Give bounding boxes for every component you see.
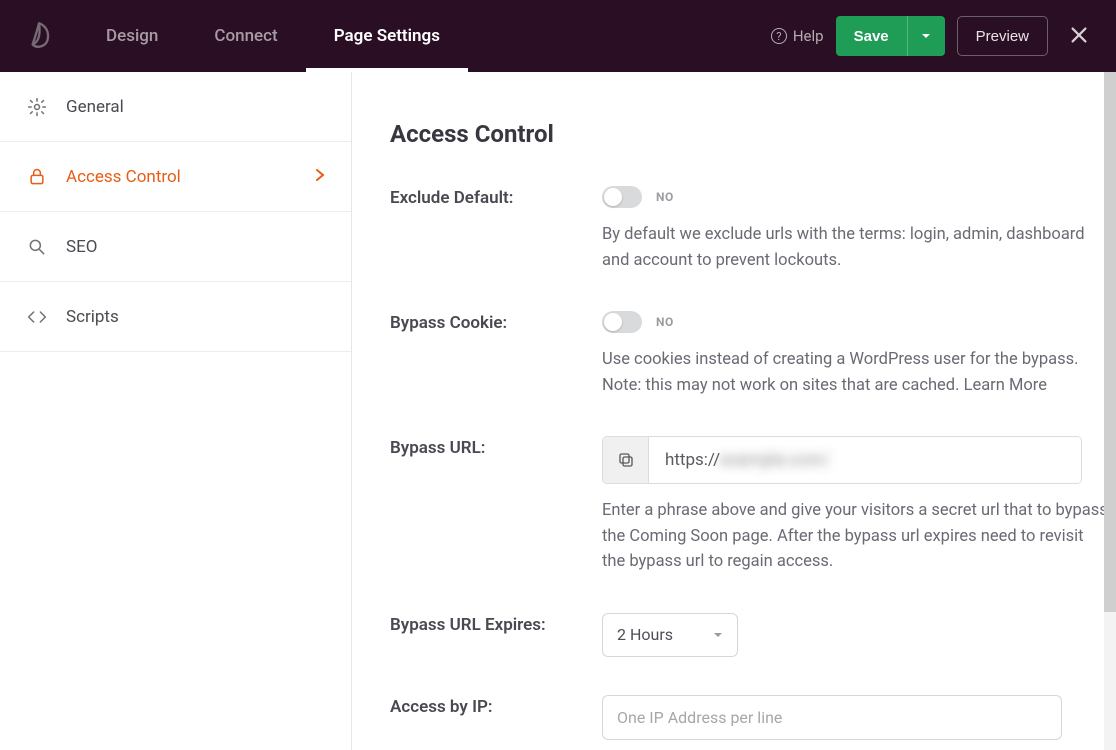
- close-icon: [1068, 24, 1090, 46]
- toggle-track[interactable]: [602, 311, 642, 333]
- row-label: Bypass URL:: [390, 436, 602, 575]
- save-button[interactable]: Save: [836, 16, 907, 56]
- toggle-state: NO: [656, 315, 674, 329]
- main: General Access Control SEO Scripts: [0, 72, 1116, 750]
- close-button[interactable]: [1060, 24, 1098, 49]
- toggle-knob: [604, 313, 622, 331]
- bypass-url-description: Enter a phrase above and give your visit…: [602, 498, 1108, 575]
- bypass-url-input[interactable]: https://example.com/: [649, 437, 1081, 483]
- sidebar-item-seo[interactable]: SEO: [0, 212, 351, 282]
- scrollbar-thumb[interactable]: [1104, 72, 1116, 612]
- settings-sidebar: General Access Control SEO Scripts: [0, 72, 352, 750]
- exclude-default-toggle[interactable]: NO: [602, 186, 1108, 208]
- help-link[interactable]: ? Help: [771, 27, 824, 45]
- bypass-expires-select[interactable]: 2 Hours: [602, 613, 738, 657]
- row-exclude-default: Exclude Default: NO By default we exclud…: [390, 186, 1116, 273]
- row-label: Exclude Default:: [390, 186, 602, 273]
- sidebar-item-label: General: [66, 97, 124, 117]
- bypass-url-field: https://example.com/: [602, 436, 1082, 484]
- chevron-right-icon: [315, 167, 325, 187]
- exclude-default-description: By default we exclude urls with the term…: [602, 222, 1108, 273]
- learn-more-link[interactable]: Learn More: [964, 376, 1047, 395]
- app-logo: [0, 19, 78, 53]
- settings-content: Access Control Exclude Default: NO By de…: [352, 72, 1116, 750]
- select-value: 2 Hours: [617, 625, 673, 644]
- scrollbar-track[interactable]: [1104, 72, 1116, 750]
- preview-button[interactable]: Preview: [957, 16, 1048, 56]
- toggle-track[interactable]: [602, 186, 642, 208]
- access-by-ip-textarea[interactable]: One IP Address per line: [602, 695, 1062, 740]
- row-bypass-cookie: Bypass Cookie: NO Use cookies instead of…: [390, 311, 1116, 398]
- sidebar-item-access-control[interactable]: Access Control: [0, 142, 351, 212]
- bypass-cookie-toggle[interactable]: NO: [602, 311, 1108, 333]
- top-bar: Design Connect Page Settings ? Help Save…: [0, 0, 1116, 72]
- code-icon: [26, 307, 48, 327]
- tab-design[interactable]: Design: [78, 0, 186, 72]
- gear-icon: [26, 97, 48, 117]
- row-label: Bypass Cookie:: [390, 311, 602, 398]
- section-title: Access Control: [390, 120, 1116, 148]
- sidebar-item-label: SEO: [66, 237, 97, 257]
- sidebar-item-label: Scripts: [66, 307, 119, 327]
- search-icon: [26, 237, 48, 257]
- row-label: Access by IP:: [390, 695, 602, 740]
- sidebar-item-label: Access Control: [66, 167, 181, 187]
- copy-icon: [617, 451, 635, 469]
- sidebar-item-scripts[interactable]: Scripts: [0, 282, 351, 352]
- row-access-by-ip: Access by IP: One IP Address per line: [390, 695, 1116, 740]
- save-dropdown-button[interactable]: [907, 16, 945, 56]
- leaf-icon: [22, 19, 56, 53]
- sidebar-item-general[interactable]: General: [0, 72, 351, 142]
- save-button-group: Save: [836, 16, 945, 56]
- caret-down-icon: [921, 31, 931, 41]
- help-icon: ?: [771, 28, 787, 44]
- tab-page-settings[interactable]: Page Settings: [306, 0, 468, 72]
- row-label: Bypass URL Expires:: [390, 613, 602, 657]
- bypass-cookie-description: Use cookies instead of creating a WordPr…: [602, 347, 1108, 398]
- lock-icon: [26, 167, 48, 187]
- help-label: Help: [793, 27, 824, 45]
- row-bypass-url-expires: Bypass URL Expires: 2 Hours: [390, 613, 1116, 657]
- row-bypass-url: Bypass URL: https://example.com/ Enter a…: [390, 436, 1116, 575]
- toggle-state: NO: [656, 190, 674, 204]
- caret-down-icon: [713, 630, 723, 640]
- top-tabs: Design Connect Page Settings: [78, 0, 468, 72]
- top-right: ? Help Save Preview: [771, 16, 1098, 56]
- copy-url-button[interactable]: [603, 437, 649, 483]
- toggle-knob: [604, 188, 622, 206]
- tab-connect[interactable]: Connect: [186, 0, 305, 72]
